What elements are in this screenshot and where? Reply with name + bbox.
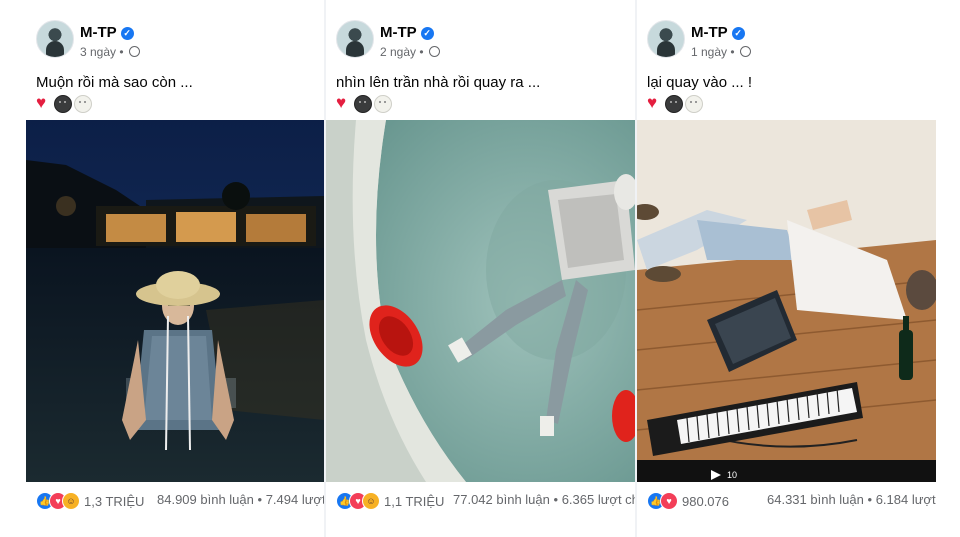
love-reaction-icon: ♥: [660, 492, 678, 510]
reaction-summary[interactable]: 👍 ♥ 980.076: [647, 492, 729, 510]
caption-emojis: [647, 93, 705, 113]
reaction-count[interactable]: 1,1 TRIỆU: [384, 494, 444, 509]
comment-share-stats: 77.042 bình luận • 6.365 lượt chia: [453, 492, 635, 507]
comment-count[interactable]: 84.909 bình luận: [157, 492, 254, 507]
author-name[interactable]: M-TP ✓: [80, 24, 134, 41]
globe-icon: [128, 46, 140, 57]
post-time[interactable]: 3 ngày: [80, 45, 116, 59]
haha-reaction-icon: ☺: [362, 492, 380, 510]
comment-share-stats: 84.909 bình luận • 7.494 lượt c: [157, 492, 324, 507]
share-count[interactable]: 6.365 lượt chia: [562, 492, 635, 507]
separator: •: [257, 492, 263, 507]
post-meta: 1 ngày •: [691, 45, 751, 59]
author-name-text[interactable]: M-TP: [380, 24, 417, 41]
separator: •: [419, 45, 424, 59]
dark-moon-emoji-icon: [54, 95, 72, 113]
author-name[interactable]: M-TP ✓: [691, 24, 745, 41]
reaction-count[interactable]: 980.076: [682, 494, 729, 509]
share-count[interactable]: 6.184 lượt c: [876, 492, 936, 507]
dark-moon-emoji-icon: [665, 95, 683, 113]
author-name-text[interactable]: M-TP: [80, 24, 117, 41]
separator: •: [119, 45, 124, 59]
haha-reaction-icon: ☺: [62, 492, 80, 510]
separator: •: [867, 492, 873, 507]
post-caption: nhìn lên trần nhà rồi quay ra ...: [336, 74, 541, 91]
post-caption: lại quay vào ... !: [647, 74, 753, 91]
separator: •: [730, 45, 735, 59]
heart-emoji-icon: [36, 93, 52, 113]
caption-emojis: [336, 93, 394, 113]
post-meta: 2 ngày •: [380, 45, 440, 59]
avatar[interactable]: [647, 20, 685, 58]
post-photo[interactable]: [326, 120, 635, 482]
post-card-2: M-TP ✓ 2 ngày • nhìn lên trần nhà rồi qua…: [326, 0, 635, 537]
pale-moon-emoji-icon: [685, 95, 703, 113]
heart-emoji-icon: [336, 93, 352, 113]
post-time[interactable]: 2 ngày: [380, 45, 416, 59]
globe-icon: [428, 46, 440, 57]
author-name[interactable]: M-TP ✓: [380, 24, 434, 41]
reaction-summary[interactable]: 👍 ♥ ☺ 1,3 TRIỆU: [36, 492, 144, 510]
reaction-count[interactable]: 1,3 TRIỆU: [84, 494, 144, 509]
post-caption: Muộn rồi mà sao còn ...: [36, 74, 193, 91]
pale-moon-emoji-icon: [374, 95, 392, 113]
post-card-1: M-TP✓ 3 ngày • Muộn rồi mà sao còn ...: [26, 0, 324, 537]
post-card-3: M-TP ✓ 1 ngày • lại quay vào ... ! ♥ 10 …: [637, 0, 936, 537]
dark-moon-emoji-icon: [354, 95, 372, 113]
comment-count[interactable]: 64.331 bình luận: [767, 492, 864, 507]
reaction-summary[interactable]: 👍 ♥ ☺ 1,1 TRIỆU: [336, 492, 444, 510]
verified-badge-icon: ✓: [420, 27, 434, 40]
heart-emoji-icon: [647, 93, 663, 113]
photo-counter: 10: [727, 470, 737, 480]
separator: •: [553, 492, 559, 507]
post-photo[interactable]: [26, 120, 324, 482]
share-count[interactable]: 7.494 lượt c: [266, 492, 324, 507]
post-time[interactable]: 1 ngày: [691, 45, 727, 59]
comment-share-stats: 64.331 bình luận • 6.184 lượt c: [767, 492, 936, 507]
avatar[interactable]: [336, 20, 374, 58]
comment-count[interactable]: 77.042 bình luận: [453, 492, 550, 507]
pale-moon-emoji-icon: [74, 95, 92, 113]
author-name-text[interactable]: M-TP: [691, 24, 728, 41]
caption-emojis: [36, 93, 94, 113]
post-photo[interactable]: 10: [637, 120, 936, 482]
verified-badge-icon: ✓: [731, 27, 745, 40]
globe-icon: [739, 46, 751, 57]
verified-badge-icon: ✓: [120, 27, 134, 40]
avatar[interactable]: [36, 20, 74, 58]
post-meta: 3 ngày •: [80, 45, 140, 59]
